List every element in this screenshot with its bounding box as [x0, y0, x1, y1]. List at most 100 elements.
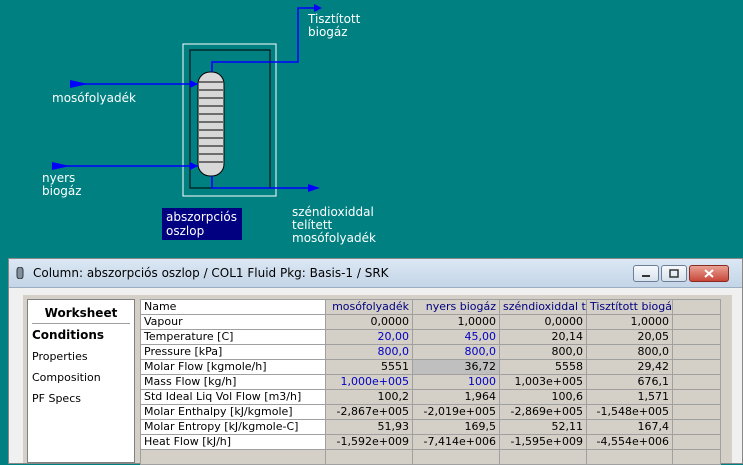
window-content: Worksheet Conditions Properties Composit…: [23, 295, 732, 465]
table-row: Temperature [C] 20,00 45,00 20,14 20,05: [140, 329, 721, 345]
table-cell[interactable]: 1,003e+005: [499, 374, 587, 390]
top-product-arrow-icon: [314, 4, 322, 12]
table-cell[interactable]: 52,11: [499, 419, 587, 435]
table-filler-cell: [672, 299, 721, 315]
table-cell[interactable]: 20,05: [586, 329, 673, 345]
table-row: Pressure [kPa] 800,0 800,0 800,0 800,0: [140, 344, 721, 360]
table-cell[interactable]: 45,00: [412, 329, 500, 345]
absorption-column-icon: [197, 71, 225, 177]
row-label: Pressure [kPa]: [140, 344, 326, 360]
table-cell[interactable]: 676,1: [586, 374, 673, 390]
table-filler-cell: [672, 389, 721, 405]
table-cell[interactable]: -4,554e+006: [586, 434, 673, 450]
table-cell[interactable]: 1,0000: [586, 314, 673, 330]
table-cell[interactable]: 800,0: [325, 344, 413, 360]
table-cell[interactable]: 1,0000: [412, 314, 500, 330]
nav-item-properties[interactable]: Properties: [28, 346, 134, 367]
table-cell[interactable]: 100,6: [499, 389, 587, 405]
table-filler-cell: [672, 329, 721, 345]
table-cell[interactable]: 0,0000: [325, 314, 413, 330]
column-header-raw-biogas[interactable]: nyers biogáz: [412, 299, 500, 315]
row-label: Temperature [C]: [140, 329, 326, 345]
table-cell[interactable]: 800,0: [586, 344, 673, 360]
table-row: Molar Entropy [kJ/kgmole-C] 51,93 169,5 …: [140, 419, 721, 435]
nav-item-pf-specs[interactable]: PF Specs: [28, 388, 134, 409]
table-filler-cell: [672, 404, 721, 420]
table-cell[interactable]: -1,592e+009: [325, 434, 413, 450]
table-header-name: Name: [140, 299, 326, 315]
column-property-window: Column: abszorpciós oszlop / COL1 Fluid …: [8, 258, 743, 465]
stream-label-solvent-feed[interactable]: mosófolyadék: [52, 92, 136, 105]
table-row: Std Ideal Liq Vol Flow [m3/h] 100,2 1,96…: [140, 389, 721, 405]
table-row: Mass Flow [kg/h] 1,000e+005 1000 1,003e+…: [140, 374, 721, 390]
table-cell[interactable]: 100,2: [325, 389, 413, 405]
row-label: Molar Entropy [kJ/kgmole-C]: [140, 419, 326, 435]
table-cell[interactable]: 167,4: [586, 419, 673, 435]
stream-label-top-product[interactable]: Tisztított biogáz: [308, 13, 360, 39]
table-filler-cell: [672, 434, 721, 450]
column-header-rich-solvent[interactable]: széndioxiddal te: [499, 299, 587, 315]
bottom-product-line: [211, 176, 308, 189]
table-cell[interactable]: 1,000e+005: [325, 374, 413, 390]
stream-label-gas-feed[interactable]: nyers biogáz: [42, 172, 82, 198]
table-cell[interactable]: 0,0000: [499, 314, 587, 330]
table-cell[interactable]: 169,5: [412, 419, 500, 435]
column-app-icon: [16, 267, 24, 279]
table-filler-cell: [672, 314, 721, 330]
column-header-solvent[interactable]: mosófolyadék: [325, 299, 413, 315]
table-filler-cell: [672, 344, 721, 360]
minimize-button[interactable]: [633, 265, 659, 282]
unit-selection-box: [182, 43, 277, 197]
conditions-table: Name mosófolyadék nyers biogáz széndioxi…: [140, 299, 721, 465]
window-titlebar[interactable]: Column: abszorpciós oszlop / COL1 Fluid …: [9, 259, 742, 288]
worksheet-nav: Worksheet Conditions Properties Composit…: [27, 299, 135, 463]
table-cell[interactable]: -7,414e+006: [412, 434, 500, 450]
table-cell[interactable]: -2,869e+005: [499, 404, 587, 420]
table-empty-row: [140, 449, 721, 465]
table-filler-cell: [672, 359, 721, 375]
close-icon: [704, 269, 714, 278]
table-cell[interactable]: 1000: [412, 374, 500, 390]
table-cell[interactable]: 1,571: [586, 389, 673, 405]
minimize-icon: [642, 275, 650, 277]
maximize-button[interactable]: [661, 265, 687, 282]
table-cell[interactable]: 20,14: [499, 329, 587, 345]
maximize-icon: [669, 269, 679, 278]
table-row: Molar Flow [kgmole/h] 5551 36,72 5558 29…: [140, 359, 721, 375]
table-cell-selected[interactable]: 36,72: [412, 359, 500, 375]
row-label: Molar Flow [kgmole/h]: [140, 359, 326, 375]
nav-header[interactable]: Worksheet: [32, 300, 130, 324]
table-cell[interactable]: -2,019e+005: [412, 404, 500, 420]
nav-item-conditions[interactable]: Conditions: [28, 324, 134, 346]
table-cell[interactable]: 800,0: [499, 344, 587, 360]
gas-feed-arrow-icon: [52, 162, 70, 170]
close-button[interactable]: [689, 265, 729, 282]
process-flow-diagram[interactable]: Tisztított biogáz mosófolyadék nyers bio…: [0, 0, 743, 258]
table-cell[interactable]: 1,964: [412, 389, 500, 405]
nav-item-composition[interactable]: Composition: [28, 367, 134, 388]
table-cell[interactable]: 5558: [499, 359, 587, 375]
table-filler-cell: [672, 419, 721, 435]
table-cell[interactable]: -1,595e+009: [499, 434, 587, 450]
row-label: Heat Flow [kJ/h]: [140, 434, 326, 450]
column-header-clean-biogas[interactable]: Tisztított biogáz: [586, 299, 673, 315]
table-header-row: Name mosófolyadék nyers biogáz széndioxi…: [140, 299, 721, 315]
table-cell[interactable]: 800,0: [412, 344, 500, 360]
table-cell[interactable]: 5551: [325, 359, 413, 375]
row-label: Vapour: [140, 314, 326, 330]
table-cell[interactable]: 20,00: [325, 329, 413, 345]
table-cell[interactable]: -2,867e+005: [325, 404, 413, 420]
window-title: Column: abszorpciós oszlop / COL1 Fluid …: [33, 266, 389, 280]
unit-label-absorption-column[interactable]: abszorpciós oszlop: [162, 208, 242, 240]
row-label: Molar Enthalpy [kJ/kgmole]: [140, 404, 326, 420]
table-row: Heat Flow [kJ/h] -1,592e+009 -7,414e+006…: [140, 434, 721, 450]
table-cell[interactable]: -1,548e+005: [586, 404, 673, 420]
top-product-line: [211, 7, 314, 72]
table-row: Molar Enthalpy [kJ/kgmole] -2,867e+005 -…: [140, 404, 721, 420]
table-cell[interactable]: 51,93: [325, 419, 413, 435]
stream-label-bottom-product[interactable]: széndioxiddal telített mosófolyadék: [292, 206, 376, 245]
table-filler-cell: [672, 374, 721, 390]
table-cell[interactable]: 29,42: [586, 359, 673, 375]
bottom-product-arrow-icon: [308, 184, 320, 192]
row-label: Std Ideal Liq Vol Flow [m3/h]: [140, 389, 326, 405]
